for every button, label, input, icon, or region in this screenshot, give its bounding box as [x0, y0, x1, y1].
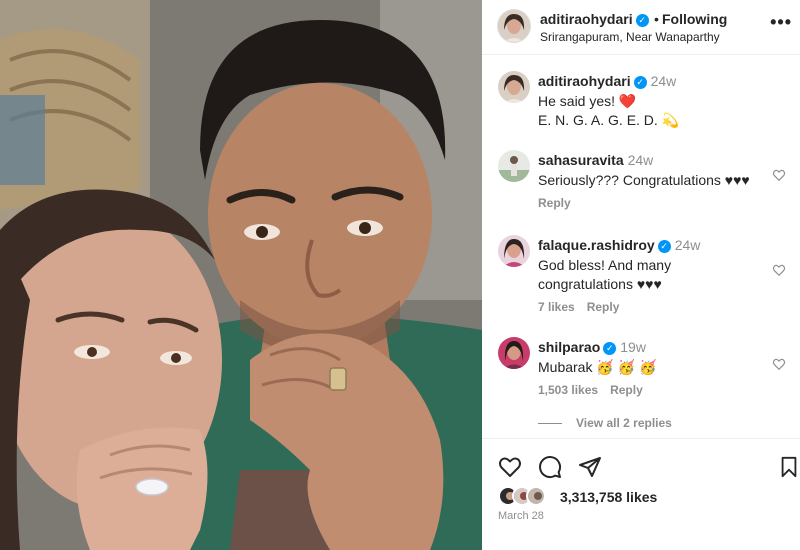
more-options-icon[interactable]: •••: [770, 12, 792, 33]
liker-avatar-image: [528, 488, 544, 504]
comment-text-line: congratulations ♥♥♥: [538, 276, 662, 292]
comment-username-text: sahasuravita: [538, 152, 624, 168]
comment-like-icon[interactable]: [772, 357, 786, 371]
heart-icon[interactable]: [498, 455, 522, 479]
author-username-link[interactable]: aditiraohydari ✓: [540, 11, 649, 27]
comment-username-text: aditiraohydari: [538, 73, 631, 89]
comment-text-line: E. N. G. A. G. E. D. 💫: [538, 112, 680, 128]
bookmark-icon[interactable]: [778, 455, 800, 479]
reply-button[interactable]: Reply: [538, 196, 571, 210]
caption-author-avatar[interactable]: [498, 71, 530, 103]
reply-button[interactable]: Reply: [610, 383, 643, 397]
post-photo[interactable]: [0, 0, 482, 550]
verified-badge-icon: ✓: [633, 76, 647, 89]
comment-time[interactable]: 24w: [675, 237, 701, 253]
view-replies-label: View all 2 replies: [576, 416, 672, 430]
comment-text-line: Mubarak 🥳 🥳 🥳: [538, 359, 657, 375]
comment-likes-count[interactable]: 7 likes: [538, 300, 575, 314]
comment-likes-count[interactable]: 1,503 likes: [538, 383, 598, 397]
view-replies-button[interactable]: View all 2 replies: [538, 416, 672, 430]
commenter-avatar[interactable]: [498, 337, 530, 369]
post-header: aditiraohydari ✓ • Following Srirangapura…: [482, 0, 800, 55]
commenter-avatar-image: [498, 235, 530, 267]
view-replies-line: [538, 423, 562, 425]
comment-text-line: God bless! And many: [538, 257, 672, 273]
verified-badge-icon: ✓: [603, 342, 617, 355]
comment-time[interactable]: 24w: [651, 73, 677, 89]
post-location-link[interactable]: Srirangapuram, Near Wanaparthy: [540, 30, 720, 44]
comment-time[interactable]: 19w: [620, 339, 646, 355]
comment-username[interactable]: aditiraohydari ✓ 24w: [538, 73, 676, 89]
comment-username[interactable]: falaque.rashidroy ✓ 24w: [538, 237, 700, 253]
comment-username-text: falaque.rashidroy: [538, 237, 655, 253]
post-photo-illustration: [0, 0, 482, 550]
commenter-avatar-image: [498, 337, 530, 369]
likes-count[interactable]: 3,313,758 likes: [560, 489, 657, 505]
comment-meta: 7 likes Reply: [538, 300, 631, 314]
verified-badge-icon: ✓: [635, 14, 649, 27]
comment-text-line: He said yes! ❤️: [538, 93, 637, 109]
comment-username[interactable]: shilparao ✓ 19w: [538, 339, 646, 355]
verified-badge-icon: ✓: [657, 240, 671, 253]
liker-avatar: [526, 486, 546, 506]
following-button[interactable]: Following: [662, 11, 727, 27]
comments-list[interactable]: aditiraohydari ✓ 24w He said yes! ❤️ E. N.…: [482, 55, 800, 450]
comment-meta: 1,503 likes Reply: [538, 383, 655, 397]
comment-icon[interactable]: [538, 455, 562, 479]
comment-time[interactable]: 24w: [628, 152, 654, 168]
header-separator: •: [654, 11, 659, 27]
comment-username[interactable]: sahasuravita 24w: [538, 152, 653, 168]
comment-meta: Reply: [538, 196, 583, 210]
post-panel: aditiraohydari ✓ • Following Srirangapura…: [482, 0, 800, 550]
comment-like-icon[interactable]: [772, 263, 786, 277]
commenter-avatar-image: [498, 150, 530, 182]
caption-author-avatar-image: [498, 71, 530, 103]
comment-like-icon[interactable]: [772, 168, 786, 182]
reply-button[interactable]: Reply: [587, 300, 620, 314]
comment-text-line: Seriously??? Congratulations ♥♥♥: [538, 172, 750, 188]
commenter-avatar[interactable]: [498, 150, 530, 182]
author-username: aditiraohydari: [540, 11, 633, 27]
share-icon[interactable]: [578, 455, 602, 479]
post-date[interactable]: March 28: [498, 510, 544, 522]
author-avatar-image: [498, 10, 530, 42]
likes-summary[interactable]: 3,313,758 likes: [498, 486, 788, 508]
commenter-avatar[interactable]: [498, 235, 530, 267]
comment-username-text: shilparao: [538, 339, 601, 355]
author-avatar[interactable]: [498, 10, 530, 42]
